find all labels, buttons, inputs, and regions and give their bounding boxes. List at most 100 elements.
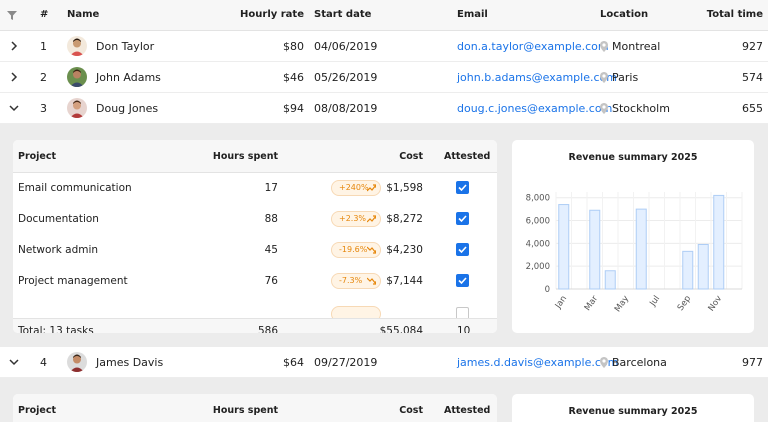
chart-y-tick-label: 8,000 (526, 194, 550, 204)
col-header-cost[interactable]: Cost (383, 405, 423, 416)
chart-bar (697, 243, 709, 290)
row-name: John Adams (96, 71, 161, 84)
chart-bar (635, 208, 647, 290)
col-header-hours-spent[interactable]: Hours spent (203, 151, 278, 162)
col-header-location[interactable]: Location (600, 9, 648, 20)
chart-x-tick-label: Mar (583, 294, 601, 313)
location-pin-icon (600, 103, 608, 114)
col-header-cost[interactable]: Cost (383, 151, 423, 162)
row-total-time: 655 (742, 102, 763, 115)
table-row[interactable]: 2 John Adams $46 05/26/2019 john.b.adams… (0, 62, 768, 93)
revenue-chart-card: Revenue summary 2025 0 2,000 4,000 6,000 8,0… (512, 140, 754, 333)
project-hours: 88 (264, 213, 278, 225)
revenue-chart-card: Revenue summary 2025 (512, 394, 754, 422)
table-row[interactable]: 3 Doug Jones $94 08/08/2019 doug.c.jones… (0, 93, 768, 124)
trend-value: +240% (339, 183, 369, 192)
grid-header: # Name Hourly rate Start date Email Loca… (0, 0, 768, 31)
project-cost: $4,230 (386, 244, 423, 256)
row-total-time: 574 (742, 71, 763, 84)
avatar (67, 352, 87, 372)
row-name: James Davis (96, 356, 164, 369)
chart-bar (682, 250, 694, 290)
project-cost: $8,272 (386, 213, 423, 225)
row-email-link[interactable]: james.d.davis@example.com (457, 356, 618, 369)
col-header-hours-spent[interactable]: Hours spent (203, 405, 278, 416)
row-start-date: 08/08/2019 (314, 102, 378, 115)
col-header-email[interactable]: Email (457, 9, 488, 20)
row-name: Doug Jones (96, 102, 159, 115)
project-name: Email communication (18, 182, 132, 194)
chart-title: Revenue summary 2025 (568, 406, 698, 417)
list-item[interactable]: Email communication 17 +240% $1,598 (13, 173, 497, 204)
attested-checkbox[interactable] (456, 243, 469, 256)
chart-x-tick-label: May (613, 294, 631, 314)
row-number: 1 (40, 40, 47, 53)
col-header-start-date[interactable]: Start date (314, 9, 371, 20)
avatar (67, 98, 87, 118)
row-start-date: 05/26/2019 (314, 71, 378, 84)
projects-table-header: Project Hours spent Cost Attested (13, 140, 497, 173)
project-hours: 76 (264, 275, 278, 287)
chevron-right-icon[interactable] (8, 40, 20, 52)
col-header-total-time[interactable]: Total time (690, 9, 763, 20)
row-email-link[interactable]: don.a.taylor@example.com (457, 40, 609, 53)
row-location: Stockholm (612, 102, 670, 115)
row-location: Barcelona (612, 356, 667, 369)
table-row[interactable]: 4 James Davis $64 09/27/2019 james.d.dav… (0, 347, 768, 378)
row-total-time: 927 (742, 40, 763, 53)
attested-checkbox[interactable] (456, 274, 469, 287)
project-cost: $7,144 (386, 275, 423, 287)
col-header-name[interactable]: Name (67, 9, 99, 20)
chevron-down-icon[interactable] (8, 102, 20, 114)
row-email-link[interactable]: john.b.adams@example.com (457, 71, 617, 84)
row-hourly-rate: $46 (283, 71, 304, 84)
row-location: Montreal (612, 40, 661, 53)
projects-table: Project Hours spent Cost Attested (13, 394, 497, 422)
attested-checkbox[interactable] (456, 181, 469, 194)
list-item[interactable]: Documentation 88 +2.3% $8,272 (13, 204, 497, 235)
row-start-date: 09/27/2019 (314, 356, 378, 369)
chart-bar (589, 209, 601, 290)
chevron-right-icon[interactable] (8, 71, 20, 83)
table-row[interactable]: 1 Don Taylor $80 04/06/2019 don.a.taylor… (0, 31, 768, 62)
col-header-hourly-rate[interactable]: Hourly rate (230, 9, 304, 20)
footer-total-tasks: Total: 13 tasks (18, 325, 94, 333)
projects-table-header: Project Hours spent Cost Attested (13, 394, 497, 422)
col-header-project[interactable]: Project (18, 151, 56, 162)
chart-x-tick-label: Jan (553, 294, 569, 311)
filter-icon[interactable] (7, 11, 17, 20)
chart-y-tick-label: 6,000 (526, 217, 550, 227)
chart-bar (604, 270, 616, 290)
chart-y-tick-label: 4,000 (526, 239, 550, 249)
col-header-number[interactable]: # (40, 9, 48, 20)
project-name: Network admin (18, 244, 99, 256)
chart-bar (713, 194, 725, 290)
chevron-down-icon[interactable] (8, 356, 20, 368)
list-item[interactable]: Network admin 45 -19.6% $4,230 (13, 235, 497, 266)
location-pin-icon (600, 72, 608, 83)
revenue-chart: 0 2,000 4,000 6,000 8,000 Jan Mar May Jul Sep Nov (526, 192, 743, 314)
row-hourly-rate: $80 (283, 40, 304, 53)
chart-y-tick-label: 0 (545, 285, 550, 295)
location-pin-icon (600, 357, 608, 368)
project-name: Project management (18, 275, 128, 287)
attested-checkbox[interactable] (456, 212, 469, 225)
row-location: Paris (612, 71, 639, 84)
col-header-project[interactable]: Project (18, 405, 56, 416)
chart-bar (558, 204, 570, 290)
chart-y-tick-label: 2,000 (526, 262, 550, 272)
row-detail-panel: Project Hours spent Cost Attested Revenu… (0, 378, 768, 422)
project-hours: 45 (264, 244, 278, 256)
row-number: 4 (40, 356, 47, 369)
projects-table: Project Hours spent Cost Attested Email … (13, 140, 497, 333)
col-header-attested[interactable]: Attested (444, 151, 490, 162)
footer-total-hours: 586 (257, 325, 278, 333)
location-pin-icon (600, 41, 608, 52)
row-detail-panel: Project Hours spent Cost Attested Email … (0, 124, 768, 347)
row-email-link[interactable]: doug.c.jones@example.com (457, 102, 612, 115)
footer-total-cost: $55,084 (379, 325, 423, 333)
trend-value: -19.6% (339, 245, 368, 254)
list-item[interactable]: Project management 76 -7.3% $7,144 (13, 266, 497, 297)
col-header-attested[interactable]: Attested (444, 405, 490, 416)
project-name: Documentation (18, 213, 99, 225)
